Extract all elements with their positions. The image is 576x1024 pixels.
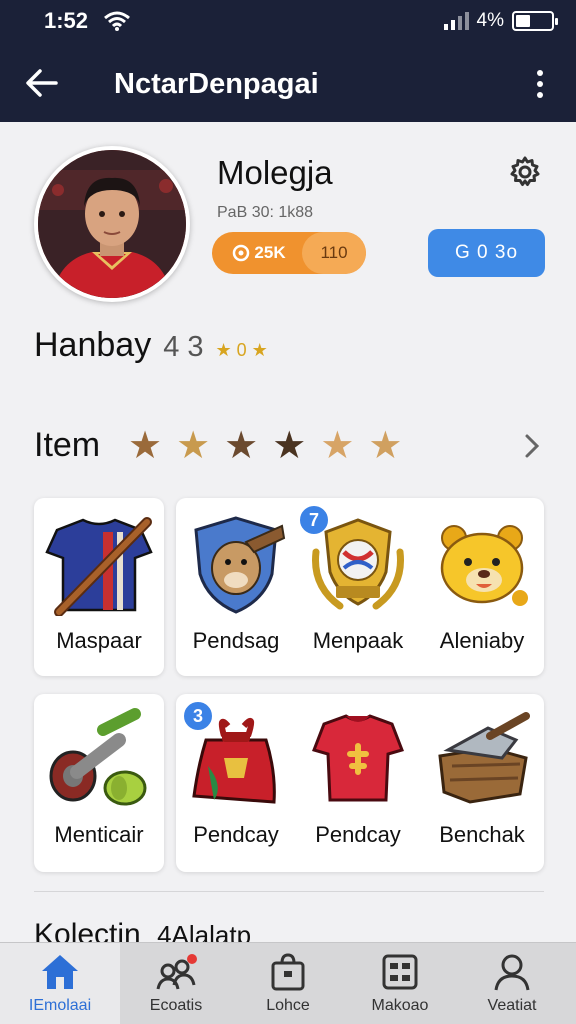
battery-percent: 4% [476,10,504,31]
dumbbell-roller-icon [49,708,147,806]
profile-name: Molegja [217,154,333,191]
item-slot[interactable]: Benchak [430,706,534,848]
user-icon [494,954,530,991]
gift-bag-icon [192,717,276,804]
item-slot[interactable]: Aleniaby [430,512,534,654]
nav-item-bag[interactable]: Lohce [232,943,344,1024]
back-button[interactable] [22,62,64,104]
signal-icon [443,12,469,30]
nav-item-home[interactable]: IEmolaai [0,943,120,1024]
more-dot-icon [537,70,543,76]
item-label: Maspaar [56,628,142,653]
bear-shield-icon [194,516,286,614]
star-icon: ★ [320,425,355,467]
item-label: Benchak [439,822,525,847]
profile-action-button[interactable]: G 0 3o [428,229,545,277]
stat-left: 25K [212,232,306,274]
rating-title: Hanbay [34,326,152,364]
battery-level-fill [516,15,530,27]
nav-item-card[interactable]: Makoao [344,943,456,1024]
settings-button[interactable] [508,155,542,189]
item-section-header[interactable]: Item ★ ★ ★ ★ ★ ★ [34,424,544,468]
status-right-group: 4% [443,10,558,32]
profile-subtitle: PaB 30: 1k88 [217,204,314,221]
battery-icon [512,11,558,31]
gear-icon [510,156,540,186]
stat-right: 110 [302,232,366,274]
coin-icon [233,244,250,262]
nav-item-profile[interactable]: Veatiat [456,943,568,1024]
item-slot[interactable]: Menticair [40,706,158,848]
section-divider [34,891,544,892]
avatar[interactable] [34,146,190,302]
bag-icon [271,953,305,991]
nav-label: IEmolaai [28,997,92,1014]
yellow-bear-icon [440,525,528,606]
star-icon: ★ [224,425,259,467]
item-slot[interactable]: Menpaak [306,512,410,654]
rating-value: 4 3 [163,331,204,363]
item-label: Pendcay [193,822,279,847]
home-icon [42,955,78,989]
item-slot[interactable]: Maspaar [40,512,158,654]
stat-right-value: 110 [320,243,348,262]
red-shirt-icon [312,714,404,802]
item-label: Aleniaby [439,628,525,653]
status-bar: 1:52 4% [0,0,576,44]
stat-pill[interactable]: 25K 110 [212,232,366,274]
item-label: Menticair [54,822,144,847]
more-options-button[interactable] [530,66,550,102]
item-label: Menpaak [312,628,404,653]
item-section-title: Item [34,426,101,464]
item-label: Pendsag [192,628,280,653]
card-icon [382,954,418,990]
item-label: Pendcay [315,822,401,847]
chevron-right-icon [525,434,540,458]
status-time: 1:52 [44,8,89,33]
star-icon: ★ [128,425,163,467]
nav-label: Makoao [371,997,429,1014]
nav-item-people[interactable]: Ecoatis [120,943,232,1024]
nav-label: Lohce [266,997,310,1014]
app-bar: NctarDenpagai [0,44,576,122]
people-icon [156,954,197,990]
page-title: NctarDenpagai [114,68,319,100]
nav-label: Ecoatis [149,997,203,1014]
rating-stars: ★ 0 ★ [215,340,268,360]
back-arrow-icon [26,69,58,97]
item-slot[interactable]: Pendcay [306,706,410,848]
item-slot[interactable]: Pendcay [184,706,288,848]
item-star-row: ★ ★ ★ ★ ★ ★ [128,424,402,468]
ball-crest-icon [312,518,404,610]
bottom-navigation: IEmolaai Ecoatis Lohce Makoao Veatiat [0,942,576,1024]
nav-label: Veatiat [487,997,537,1014]
wifi-icon [104,11,130,31]
star-icon: ★ [272,425,307,467]
star-icon: ★ [368,425,403,467]
stat-left-value: 25K [254,243,286,262]
rating-row: Hanbay 4 3 ★ 0 ★ [34,326,268,365]
more-dot-icon [537,92,543,98]
star-icon: ★ [176,425,211,467]
player-portrait-icon [38,150,186,298]
item-slot[interactable]: Pendsag [184,512,288,654]
more-dot-icon [537,81,543,87]
treasure-chest-icon [438,712,530,804]
jersey-bat-icon [45,517,153,616]
